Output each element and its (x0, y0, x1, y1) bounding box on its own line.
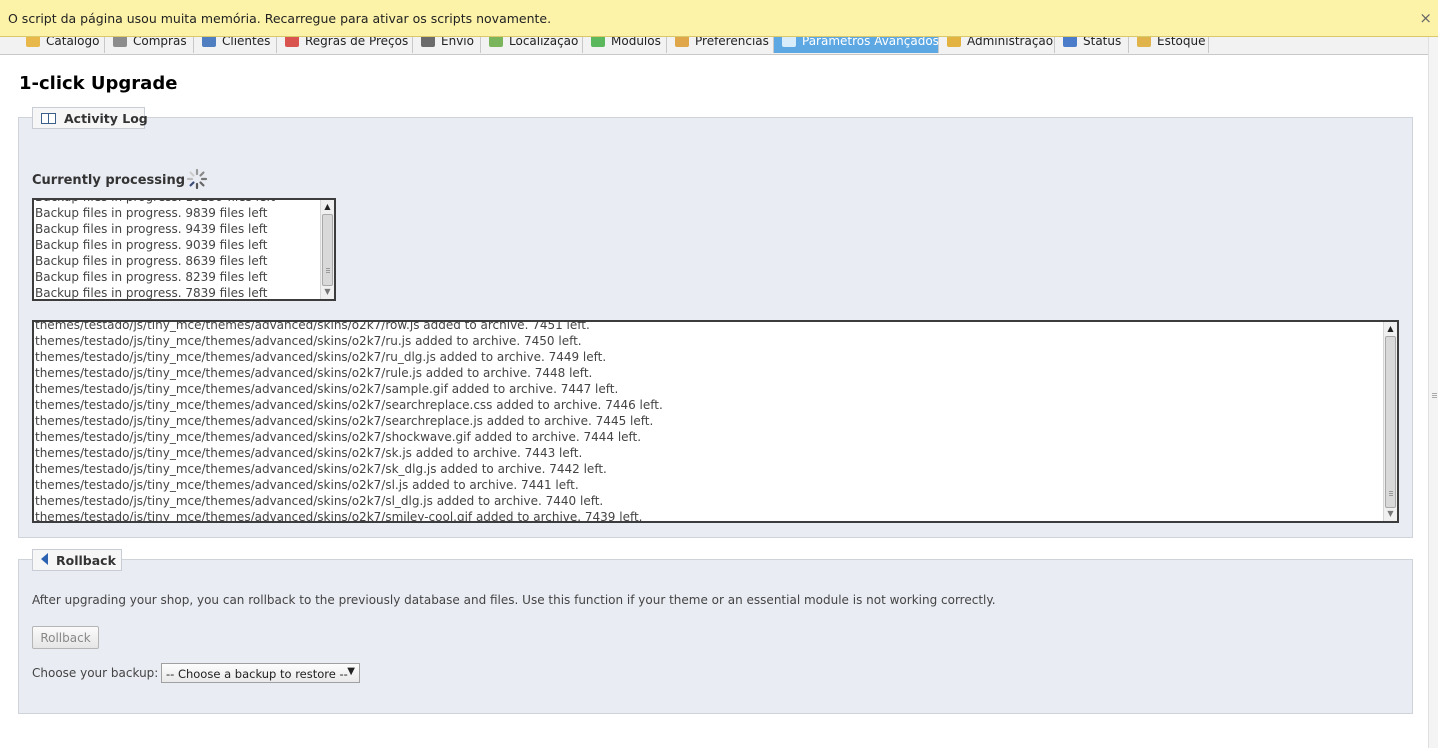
log-line: themes/testado/js/tiny_mce/themes/advanc… (35, 320, 590, 332)
key-icon (947, 37, 961, 47)
log-line: themes/testado/js/tiny_mce/themes/advanc… (35, 430, 642, 444)
tab-2[interactable]: Clientes (194, 37, 277, 53)
tab-label: Catálogo (46, 37, 100, 48)
progress-log-scrollbar[interactable]: ▲ ▼ (320, 200, 334, 299)
activity-log-legend-label: Activity Log (64, 111, 148, 126)
tab-3[interactable]: Regras de Preços (277, 37, 413, 53)
truck-icon (421, 37, 435, 47)
log-line: themes/testado/js/tiny_mce/themes/advanc… (35, 382, 619, 396)
log-line: themes/testado/js/tiny_mce/themes/advanc… (35, 414, 654, 428)
tab-label: Regras de Preços (305, 37, 409, 48)
detail-log-scroll-thumb[interactable] (1385, 336, 1396, 508)
tab-label: Status (1083, 37, 1122, 48)
close-icon[interactable]: × (1419, 9, 1432, 27)
rollback-panel (18, 559, 1413, 714)
log-line: themes/testado/js/tiny_mce/themes/advanc… (35, 446, 583, 460)
detail-log-box[interactable]: themes/testado/js/tiny_mce/themes/advanc… (32, 320, 1399, 523)
tab-label: Estoque (1157, 37, 1206, 48)
rollback-description: After upgrading your shop, you can rollb… (32, 593, 996, 607)
price-tag-icon (285, 37, 299, 47)
tab-4[interactable]: Envio (413, 37, 481, 53)
log-line: themes/testado/js/tiny_mce/themes/advanc… (35, 462, 607, 476)
box-icon (1137, 37, 1151, 47)
scroll-up-arrow-icon[interactable]: ▲ (321, 200, 334, 214)
tab-10[interactable]: Status (1055, 37, 1129, 53)
page-title: 1-click Upgrade (19, 73, 178, 94)
loading-spinner-icon (186, 168, 208, 190)
log-line: Backup files in progress. 7839 files lef… (35, 286, 268, 300)
log-line: themes/testado/js/tiny_mce/themes/advanc… (35, 398, 663, 412)
progress-log-scroll-thumb[interactable] (322, 214, 333, 286)
progress-log-box[interactable]: Backup files in progress. 10239 files le… (32, 198, 336, 301)
log-line: Backup files in progress. 10239 files le… (34, 200, 320, 205)
cart-icon (113, 37, 127, 47)
tab-label: Clientes (222, 37, 271, 48)
back-arrow-icon (41, 553, 48, 565)
wrench-icon (782, 37, 796, 47)
page-scrollbar[interactable] (1428, 37, 1438, 748)
tab-5[interactable]: Localização (481, 37, 583, 53)
memory-warning-bar: O script da página usou muita memória. R… (0, 0, 1438, 37)
tab-0[interactable]: Catálogo (10, 37, 105, 53)
pencil-icon (675, 37, 689, 47)
currently-processing-label: Currently processing (32, 173, 186, 188)
rollback-legend-label: Rollback (56, 553, 116, 568)
choose-backup-label: Choose your backup: (32, 666, 159, 680)
detail-log-scrollbar[interactable]: ▲ ▼ (1383, 322, 1397, 521)
log-line: themes/testado/js/tiny_mce/themes/advanc… (35, 478, 579, 492)
tab-label: Localização (509, 37, 579, 48)
tab-label: Compras (133, 37, 187, 48)
memory-warning-text: O script da página usou muita memória. R… (8, 11, 552, 26)
tab-9[interactable]: Administração (939, 37, 1055, 53)
log-line: themes/testado/js/tiny_mce/themes/advanc… (35, 350, 607, 364)
scroll-down-arrow-icon[interactable]: ▼ (1384, 507, 1397, 521)
log-line: themes/testado/js/tiny_mce/themes/advanc… (35, 366, 593, 380)
log-line: Backup files in progress. 9839 files lef… (35, 206, 268, 220)
puzzle-icon (591, 37, 605, 47)
log-line: Backup files in progress. 8639 files lef… (35, 254, 268, 268)
bar-chart-icon (1063, 37, 1077, 47)
tab-label: Envio (441, 37, 474, 48)
dropdown-arrow-icon: ▼ (347, 666, 355, 677)
log-line: themes/testado/js/tiny_mce/themes/advanc… (35, 334, 582, 348)
globe-icon (489, 37, 503, 47)
book-icon (41, 113, 56, 124)
tab-7[interactable]: Preferências (667, 37, 774, 53)
users-icon (202, 37, 216, 47)
log-line: Backup files in progress. 8239 files lef… (35, 270, 268, 284)
tab-label: Parâmetros Avançados (802, 37, 939, 48)
activity-log-legend: Activity Log (32, 107, 148, 129)
log-line: themes/testado/js/tiny_mce/themes/advanc… (35, 510, 643, 523)
folder-icon (26, 37, 40, 47)
rollback-legend: Rollback (32, 549, 122, 571)
backup-select[interactable]: -- Choose a backup to restore -- ▼ (161, 663, 360, 683)
log-line: Backup files in progress. 9439 files lef… (35, 222, 268, 236)
scroll-up-arrow-icon[interactable]: ▲ (1384, 322, 1397, 336)
tab-11[interactable]: Estoque (1129, 37, 1209, 53)
tab-label: Preferências (695, 37, 769, 48)
tab-label: Módulos (611, 37, 661, 48)
admin-tab-bar: Catálogo Compras Clientes Regras de Preços E… (0, 37, 1428, 55)
rollback-button[interactable]: Rollback (32, 626, 99, 649)
backup-select-value: -- Choose a backup to restore -- (166, 667, 348, 681)
tab-label: Administração (967, 37, 1054, 48)
tab-6[interactable]: Módulos (583, 37, 667, 53)
scroll-down-arrow-icon[interactable]: ▼ (321, 285, 334, 299)
log-line: themes/testado/js/tiny_mce/themes/advanc… (35, 494, 604, 508)
tab-8[interactable]: Parâmetros Avançados (774, 37, 939, 53)
log-line: Backup files in progress. 9039 files lef… (35, 238, 268, 252)
tab-1[interactable]: Compras (105, 37, 194, 53)
